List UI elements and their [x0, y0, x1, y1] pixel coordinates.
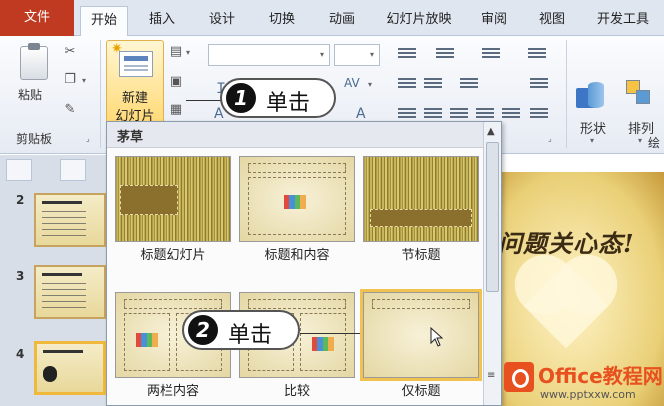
- layout-label: 比较: [283, 384, 310, 399]
- clear-format-icon[interactable]: A: [356, 106, 366, 122]
- copy-dropdown-icon[interactable]: ▾: [82, 76, 86, 85]
- reset-icon[interactable]: ▣: [168, 74, 184, 90]
- paste-icon[interactable]: [20, 43, 48, 80]
- tab-transitions[interactable]: 切换: [256, 6, 308, 36]
- slide-thumbnail-panel: 2 3 4: [0, 155, 108, 406]
- paragraph-dialog-launcher-icon[interactable]: ⌟: [548, 134, 552, 143]
- tab-insert[interactable]: 插入: [136, 6, 188, 36]
- layout-label: 标题幻灯片: [140, 248, 206, 263]
- tab-home[interactable]: 开始: [80, 6, 128, 37]
- tab-review[interactable]: 审阅: [468, 6, 520, 36]
- layout-dropdown-icon[interactable]: ▾: [186, 48, 190, 57]
- step-text: 单击: [266, 91, 311, 116]
- tab-animations[interactable]: 动画: [316, 6, 368, 36]
- justify-icon[interactable]: [476, 108, 494, 120]
- slide-number: 3: [16, 269, 25, 283]
- new-slide-button[interactable]: ✷ 新建 幻灯片: [106, 40, 164, 126]
- numbering-icon[interactable]: [436, 48, 454, 60]
- outline-tab[interactable]: [60, 159, 86, 181]
- columns-icon[interactable]: [460, 78, 478, 90]
- callout-leader-line: [186, 100, 222, 101]
- tab-developer[interactable]: 开发工具: [584, 6, 662, 36]
- ribbon-tab-bar: 文件 开始 插入 设计 切换 动画 幻灯片放映 审阅 视图 开发工具: [0, 0, 664, 37]
- layout-icon[interactable]: ▤: [168, 44, 184, 60]
- layout-title-only[interactable]: [360, 289, 482, 381]
- mouse-cursor-icon: [430, 327, 444, 347]
- layout-label: 仅标题: [401, 384, 441, 399]
- drawing-group-label: 绘: [648, 136, 661, 150]
- slide-handwriting-text: 问题关心态!: [498, 229, 635, 258]
- scroll-up-icon[interactable]: ▲: [487, 126, 495, 137]
- new-slide-label-line1: 新建: [121, 91, 148, 106]
- step-callout-1: 1 单击: [220, 78, 336, 118]
- font-size-dropdown-icon[interactable]: ▾: [370, 50, 374, 59]
- panda-image: [43, 366, 57, 382]
- layout-section-header[interactable]: [363, 156, 479, 242]
- layout-gallery-dropdown: 茅草 ▲ ≡ 标题幻灯片 标题和内容 节标题 两栏内容 比较 仅标题: [106, 121, 502, 406]
- step-callout-2: 2 单击: [182, 310, 300, 350]
- slide-thumbnail-selected[interactable]: [34, 341, 106, 395]
- copy-icon[interactable]: ❐: [62, 72, 78, 88]
- arrange-dropdown-icon[interactable]: ▾: [638, 136, 642, 145]
- watermark-url: www.pptxxw.com: [540, 388, 636, 401]
- shapes-button-label[interactable]: 形状: [580, 118, 606, 137]
- theme-name: 茅草: [117, 130, 144, 145]
- tab-design[interactable]: 设计: [196, 6, 248, 36]
- slide-thumbnail[interactable]: [34, 193, 106, 247]
- group-separator: [566, 40, 567, 148]
- layout-label: 标题和内容: [264, 248, 330, 263]
- layout-label: 两栏内容: [146, 384, 199, 399]
- format-painter-icon[interactable]: ✎: [62, 102, 78, 118]
- align-center-icon[interactable]: [424, 108, 442, 120]
- font-name-dropdown-icon[interactable]: ▾: [320, 50, 324, 59]
- distributed-icon[interactable]: [502, 108, 520, 120]
- text-direction-icon[interactable]: [528, 48, 546, 60]
- slide-layout-icon: [119, 51, 153, 77]
- section-icon[interactable]: ▦: [168, 102, 184, 118]
- char-spacing-icon[interactable]: AV: [344, 76, 360, 90]
- layout-label: 节标题: [401, 248, 441, 263]
- tab-slideshow[interactable]: 幻灯片放映: [376, 6, 462, 36]
- align-text-icon[interactable]: [530, 78, 548, 90]
- dialog-launcher-icon[interactable]: ⌟: [86, 134, 90, 143]
- layout-title-slide[interactable]: [115, 156, 231, 242]
- shapes-dropdown-icon[interactable]: ▾: [590, 136, 594, 145]
- tab-view[interactable]: 视图: [526, 6, 578, 36]
- font-name-dropdown[interactable]: [208, 44, 330, 66]
- increase-indent-icon[interactable]: [424, 78, 442, 90]
- step-number: 1: [226, 83, 256, 113]
- layout-title-and-content[interactable]: [239, 156, 355, 242]
- arrange-icon[interactable]: [626, 80, 656, 114]
- office-logo-icon: [504, 362, 534, 392]
- align-right-icon[interactable]: [450, 108, 468, 120]
- smartart-icon[interactable]: [530, 108, 548, 120]
- callout-leader-line: [300, 333, 360, 334]
- cut-icon[interactable]: ✂: [62, 44, 78, 60]
- slide-thumbnail[interactable]: [34, 265, 106, 319]
- scroll-more-icon[interactable]: ≡: [487, 370, 495, 381]
- heart-shape: [523, 263, 609, 349]
- watermark-brand: Office教程网: [538, 364, 663, 388]
- scroll-thumb[interactable]: [486, 142, 499, 292]
- clipboard-group-label: 剪贴板: [16, 132, 53, 146]
- watermark: Office教程网 www.pptxxw.com: [500, 356, 664, 406]
- slide-number: 2: [16, 193, 25, 207]
- gallery-scrollbar[interactable]: ▲ ≡: [483, 122, 501, 405]
- slide-number: 4: [16, 347, 25, 361]
- char-spacing-dropdown-icon[interactable]: ▾: [368, 80, 372, 89]
- line-spacing-icon[interactable]: [482, 48, 500, 60]
- group-separator: [100, 40, 101, 148]
- tab-file[interactable]: 文件: [0, 0, 74, 36]
- shapes-icon[interactable]: [576, 82, 610, 112]
- decrease-indent-icon[interactable]: [398, 78, 416, 90]
- paste-button-label[interactable]: 粘贴: [18, 86, 42, 103]
- align-left-icon[interactable]: [398, 108, 416, 120]
- gallery-header: 茅草: [107, 122, 485, 148]
- bullets-icon[interactable]: [398, 48, 416, 60]
- step-number: 2: [188, 315, 218, 345]
- slides-tab[interactable]: [6, 159, 32, 181]
- step-text: 单击: [228, 323, 273, 348]
